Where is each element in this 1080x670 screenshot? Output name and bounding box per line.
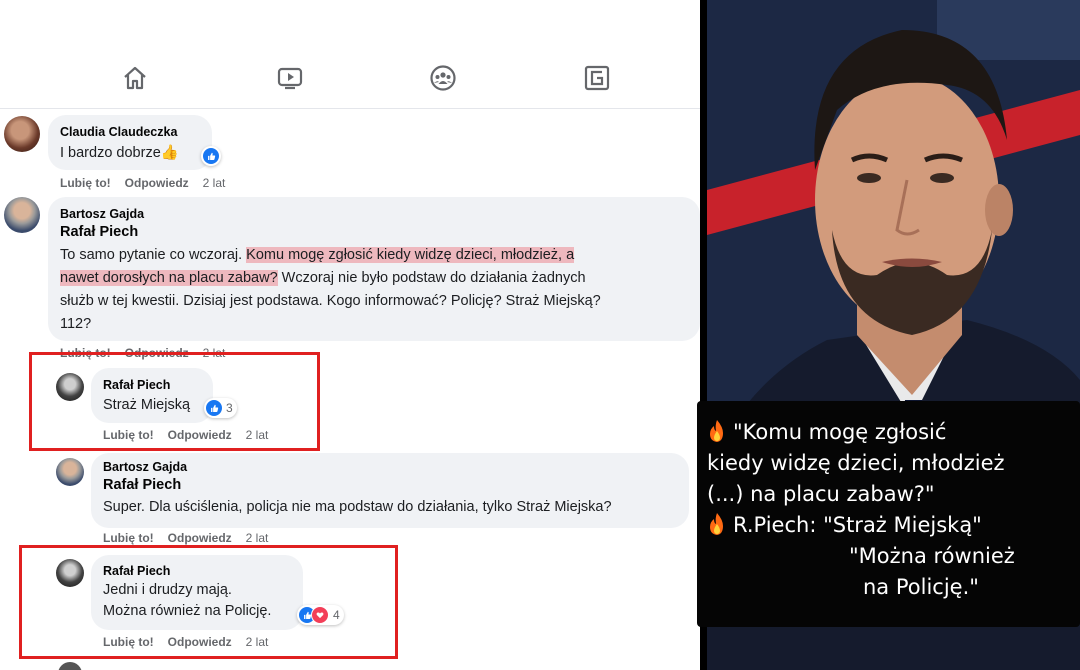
gaming-icon[interactable] [581, 62, 613, 94]
like-link[interactable]: Lubię to! [60, 176, 111, 190]
comment-text-line: służb w tej kwestii. Dzisiaj jest podsta… [60, 293, 601, 309]
avatar[interactable] [58, 662, 82, 670]
comment-text-segment: To samo pytanie co wczoraj. [60, 247, 243, 263]
red-annotation-box [19, 545, 398, 659]
fire-icon [710, 513, 723, 535]
quote-line: (...) na placu zabaw?" [707, 482, 935, 506]
comment-bubble [48, 197, 700, 341]
comment-bubble [48, 115, 212, 170]
avatar[interactable] [4, 116, 40, 152]
facebook-nav-bar [0, 0, 700, 109]
quote-line: na Policję." [863, 575, 979, 599]
comment-author[interactable]: Bartosz Gajda [60, 207, 144, 221]
quote-line: kiedy widzę dzieci, młodzież [707, 451, 1005, 475]
quote-text: R.Piech: "Straż Miejską" [733, 513, 982, 537]
like-link[interactable]: Lubię to! [103, 531, 154, 545]
reply-link[interactable]: Odpowiedz [125, 176, 189, 190]
quote-line: "Można również [849, 544, 1015, 568]
comment-text: Super. Dla uściślenia, policja nie ma po… [103, 499, 612, 515]
mention-link[interactable]: Rafał Piech [103, 477, 181, 493]
fire-icon [710, 420, 723, 442]
video-icon[interactable] [274, 62, 306, 94]
home-icon[interactable] [119, 62, 151, 94]
facebook-comments-panel: Claudia Claudeczka I bardzo dobrze👍 Lubi… [0, 0, 700, 670]
groups-icon[interactable] [427, 62, 459, 94]
quote-line: "Komu mogę zgłosić [707, 417, 946, 448]
quote-text: "Komu mogę zgłosić [733, 420, 947, 444]
quote-line: R.Piech: "Straż Miejską" [707, 510, 982, 541]
reaction-badge[interactable] [201, 146, 221, 166]
comment-text: I bardzo dobrze👍 [60, 145, 179, 161]
comment-text-line: nawet dorosłych na placu zabaw? Wczoraj … [60, 270, 586, 286]
comment-author[interactable]: Claudia Claudeczka [60, 125, 177, 139]
mention-link[interactable]: Rafał Piech [60, 224, 138, 240]
avatar[interactable] [56, 458, 84, 486]
reply-link[interactable]: Odpowiedz [168, 531, 232, 545]
highlighted-text: Komu mogę zgłosić kiedy widzę dzieci, mł… [246, 247, 575, 263]
timestamp: 2 lat [245, 531, 269, 545]
comment-actions: Lubię to! Odpowiedz 2 lat [103, 531, 282, 545]
red-annotation-box [29, 352, 320, 451]
comment-text-line: To samo pytanie co wczoraj. Komu mogę zg… [60, 247, 575, 263]
highlighted-text: nawet dorosłych na placu zabaw? [60, 270, 278, 286]
like-reaction-icon [203, 148, 219, 164]
comment-text-segment: Wczoraj nie było podstaw do działania ża… [277, 270, 586, 286]
quote-overlay: "Komu mogę zgłosić kiedy widzę dzieci, m… [697, 401, 1080, 627]
comment-text-line: 112? [60, 316, 92, 332]
comment-author[interactable]: Bartosz Gajda [103, 460, 187, 474]
comment-actions: Lubię to! Odpowiedz 2 lat [60, 176, 239, 190]
avatar[interactable] [4, 197, 40, 233]
timestamp: 2 lat [202, 176, 226, 190]
